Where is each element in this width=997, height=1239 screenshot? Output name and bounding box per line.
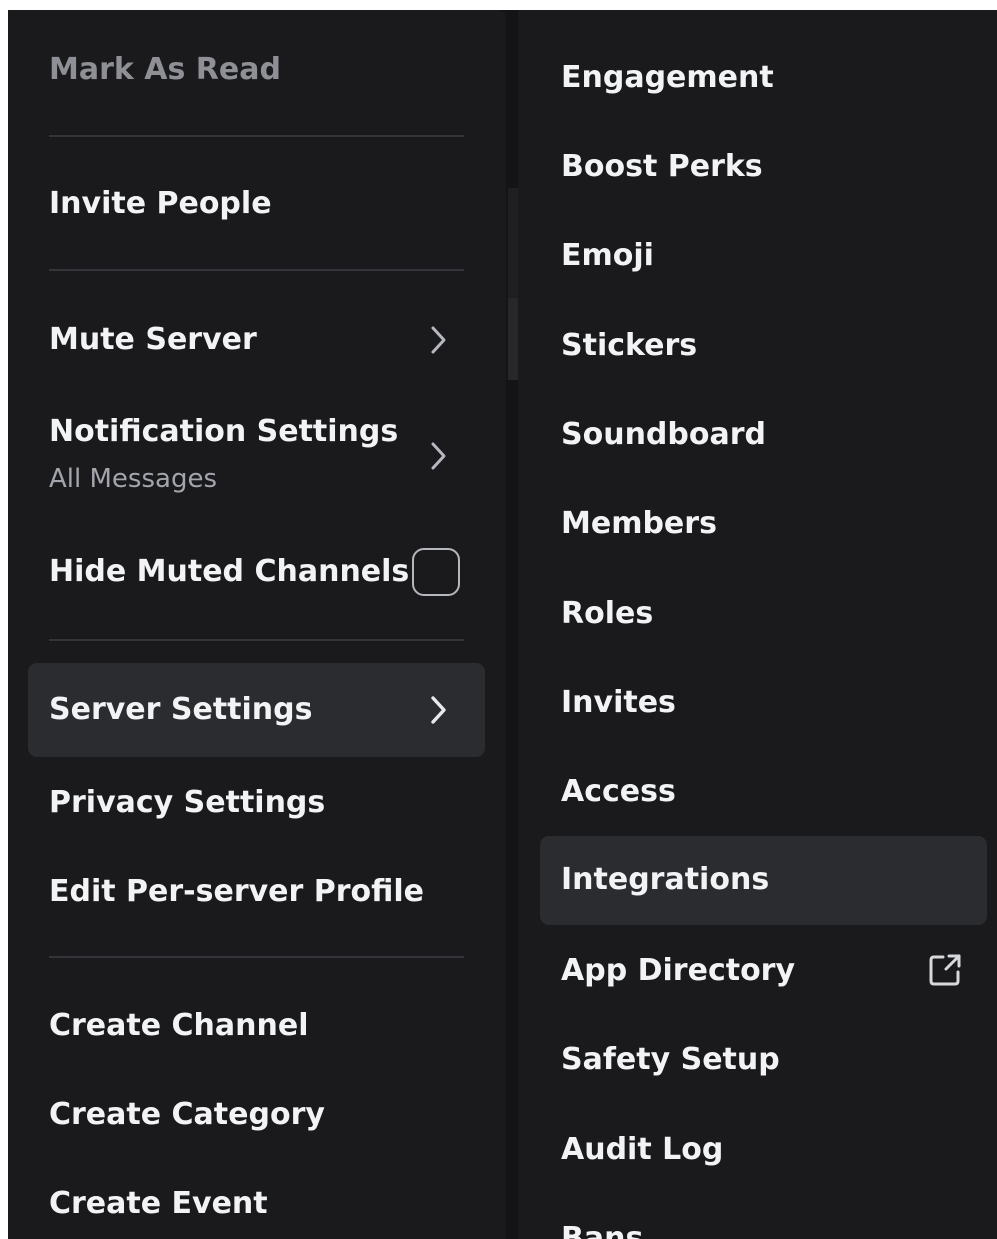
submenu-item-app-directory[interactable]: App Directory bbox=[540, 949, 987, 993]
submenu-item-label: Invites bbox=[561, 685, 676, 720]
menu-separator bbox=[49, 269, 464, 271]
submenu-item-soundboard[interactable]: Soundboard bbox=[540, 413, 987, 457]
chevron-right-icon bbox=[431, 442, 446, 470]
server-context-menu: Mark As Read Invite People Mute Server N… bbox=[8, 10, 506, 1239]
submenu-item-audit-log[interactable]: Audit Log bbox=[540, 1128, 987, 1172]
create-category-label: Create Category bbox=[49, 1097, 325, 1132]
submenu-item-emoji[interactable]: Emoji bbox=[540, 234, 987, 278]
submenu-item-stickers[interactable]: Stickers bbox=[540, 324, 987, 368]
create-channel-label: Create Channel bbox=[49, 1008, 309, 1043]
notification-settings-value: All Messages bbox=[49, 464, 217, 494]
submenu-item-label: App Directory bbox=[561, 953, 796, 988]
menu-separator bbox=[49, 956, 464, 958]
create-event-item[interactable]: Create Event bbox=[28, 1182, 485, 1226]
submenu-item-label: Audit Log bbox=[561, 1132, 724, 1167]
server-settings-label: Server Settings bbox=[49, 692, 313, 727]
mute-server-item[interactable]: Mute Server bbox=[28, 318, 485, 362]
submenu-item-invites[interactable]: Invites bbox=[540, 681, 987, 725]
submenu-item-label: Soundboard bbox=[561, 417, 767, 452]
mute-server-label: Mute Server bbox=[49, 322, 257, 357]
submenu-item-boost-perks[interactable]: Boost Perks bbox=[540, 145, 987, 189]
privacy-settings-label: Privacy Settings bbox=[49, 785, 326, 820]
submenu-item-access[interactable]: Access bbox=[540, 770, 987, 814]
submenu-item-label: Bans bbox=[561, 1221, 644, 1239]
notification-settings-label: Notification Settings bbox=[49, 414, 399, 449]
submenu-item-label: Emoji bbox=[561, 238, 654, 273]
edit-per-server-profile-item[interactable]: Edit Per-server Profile bbox=[28, 870, 485, 914]
submenu-item-label: Integrations bbox=[561, 862, 770, 897]
privacy-settings-item[interactable]: Privacy Settings bbox=[28, 781, 485, 825]
menu-separator bbox=[49, 639, 464, 641]
mark-as-read-label: Mark As Read bbox=[49, 52, 281, 87]
edit-per-server-profile-label: Edit Per-server Profile bbox=[49, 874, 425, 909]
submenu-item-safety-setup[interactable]: Safety Setup bbox=[540, 1038, 987, 1082]
create-category-item[interactable]: Create Category bbox=[28, 1093, 485, 1137]
submenu-item-members[interactable]: Members bbox=[540, 502, 987, 546]
submenu-item-label: Boost Perks bbox=[561, 149, 763, 184]
create-event-label: Create Event bbox=[49, 1186, 268, 1221]
screen: Mark As Read Invite People Mute Server N… bbox=[0, 0, 997, 1239]
server-settings-submenu: Engagement Boost Perks Emoji Stickers So… bbox=[518, 10, 997, 1239]
hide-muted-channels-label: Hide Muted Channels bbox=[49, 554, 410, 589]
submenu-item-label: Safety Setup bbox=[561, 1042, 780, 1077]
submenu-item-label: Stickers bbox=[561, 328, 698, 363]
invite-people-item[interactable]: Invite People bbox=[28, 182, 485, 226]
submenu-item-label: Access bbox=[561, 774, 676, 809]
hide-muted-channels-checkbox[interactable] bbox=[412, 548, 460, 596]
invite-people-label: Invite People bbox=[49, 186, 272, 221]
submenu-item-integrations[interactable]: Integrations bbox=[540, 836, 987, 925]
create-channel-item[interactable]: Create Channel bbox=[28, 1004, 485, 1048]
hide-muted-channels-item[interactable]: Hide Muted Channels bbox=[28, 548, 485, 596]
chevron-right-icon bbox=[431, 696, 446, 724]
notification-settings-item[interactable]: Notification Settings All Messages bbox=[28, 408, 485, 504]
mark-as-read-item[interactable]: Mark As Read bbox=[28, 48, 485, 92]
submenu-item-label: Roles bbox=[561, 596, 654, 631]
chevron-right-icon bbox=[431, 326, 446, 354]
submenu-item-label: Members bbox=[561, 506, 717, 541]
submenu-item-engagement[interactable]: Engagement bbox=[540, 56, 987, 100]
menu-separator bbox=[49, 135, 464, 137]
submenu-item-roles[interactable]: Roles bbox=[540, 592, 987, 636]
submenu-item-label: Engagement bbox=[561, 60, 774, 95]
external-link-icon bbox=[929, 954, 961, 986]
submenu-item-bans[interactable]: Bans bbox=[540, 1217, 987, 1239]
server-settings-item[interactable]: Server Settings bbox=[28, 663, 485, 757]
